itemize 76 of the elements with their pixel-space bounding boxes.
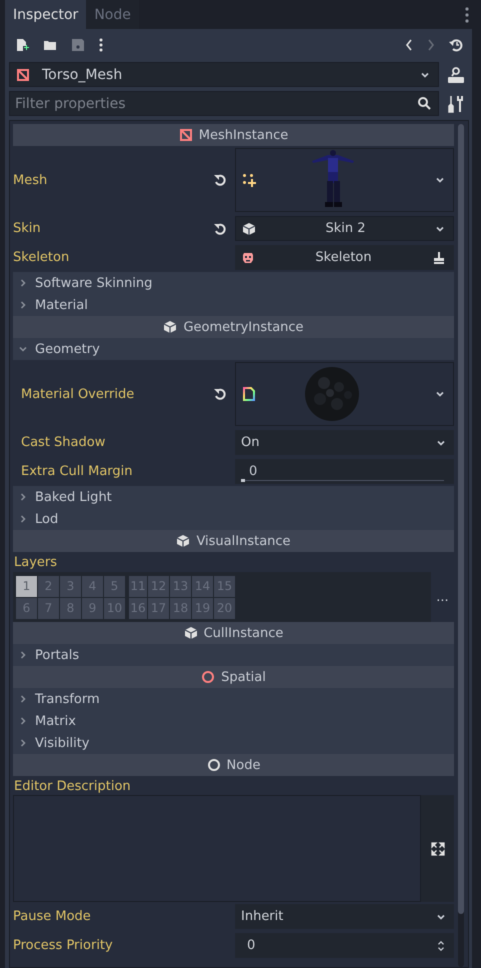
property-label: Skeleton — [13, 250, 70, 265]
kebab-menu-icon[interactable] — [465, 6, 469, 22]
cube-icon — [176, 534, 190, 548]
circle-icon — [206, 758, 221, 772]
chevron-icon — [19, 651, 27, 659]
caret-icon — [435, 389, 445, 399]
chevron-icon — [19, 279, 27, 287]
mesh-icon — [16, 68, 30, 82]
chevron-icon — [19, 301, 27, 309]
class-name: MeshInstance — [198, 128, 288, 142]
chevron-icon — [19, 739, 27, 747]
class-name: Spatial — [221, 670, 266, 684]
option-dropdown[interactable]: Inherit — [235, 904, 454, 929]
history-icon[interactable] — [449, 38, 463, 52]
property-label: Material Override — [21, 386, 136, 402]
expand-button[interactable] — [421, 795, 454, 902]
tab[interactable]: Inspector — [5, 0, 86, 29]
property-label: Pause Mode — [13, 909, 92, 924]
clear-icon[interactable] — [432, 250, 446, 264]
property-label: Mesh — [13, 172, 48, 188]
node-selector[interactable]: Torso_Mesh — [9, 62, 439, 87]
mesh-icon — [178, 128, 193, 142]
expand-icon — [430, 842, 444, 856]
circle-icon — [201, 670, 216, 684]
option-dropdown[interactable]: On — [235, 430, 454, 455]
chevron-icon — [19, 515, 27, 523]
section-toggle[interactable]: Lod — [13, 508, 454, 530]
section-toggle[interactable]: Material — [13, 294, 454, 316]
property-label: Process Priority — [13, 938, 114, 953]
resource-picker[interactable]: Skin 2 — [235, 216, 454, 241]
node-path-picker[interactable]: Skeleton — [235, 245, 454, 270]
section-toggle[interactable]: Transform — [13, 688, 454, 710]
material-icon — [242, 387, 256, 401]
property-label: Cast Shadow — [21, 435, 106, 450]
revert-icon[interactable] — [213, 222, 227, 236]
cube-icon — [163, 320, 178, 334]
chevron-icon — [19, 695, 27, 703]
chevron-icon — [19, 493, 27, 501]
section-toggle[interactable]: Baked Light — [13, 486, 454, 508]
back-icon[interactable] — [405, 38, 413, 52]
section-toggle[interactable]: Software Skinning — [13, 272, 454, 294]
save-icon[interactable] — [71, 38, 85, 52]
class-name: GeometryInstance — [183, 320, 304, 334]
chevron-icon — [19, 717, 27, 725]
class-name: Node — [226, 758, 260, 772]
search-icon — [417, 96, 431, 110]
scrollbar-thumb[interactable] — [458, 124, 464, 914]
number-spinbox[interactable]: 0 — [235, 933, 454, 958]
property-label: Editor Description — [13, 778, 132, 794]
skull-icon — [241, 250, 255, 264]
caret-icon — [435, 175, 445, 185]
property-label: Skin — [13, 221, 42, 236]
property-label: Extra Cull Margin — [21, 464, 134, 479]
chevron-icon — [19, 345, 27, 353]
class-name: VisualInstance — [196, 534, 291, 548]
property-label: Layers — [13, 554, 58, 570]
kebab-menu-icon[interactable] — [99, 38, 103, 52]
section-toggle[interactable]: Geometry — [13, 338, 454, 360]
filter-field[interactable]: Filter properties — [9, 91, 439, 116]
doc-search-icon[interactable] — [447, 66, 465, 84]
section-toggle[interactable]: Matrix — [13, 710, 454, 732]
section-toggle[interactable]: Portals — [13, 644, 454, 666]
layer-toggle[interactable]: 1 — [16, 576, 37, 596]
folder-icon[interactable] — [43, 38, 57, 52]
tools-icon[interactable] — [447, 94, 465, 112]
revert-icon[interactable] — [213, 387, 227, 401]
class-name: CullInstance — [204, 626, 284, 640]
up-down-icon — [436, 940, 446, 950]
cube-icon — [242, 222, 256, 236]
dots-plus-icon — [242, 173, 256, 187]
revert-icon[interactable] — [213, 173, 227, 187]
number-slider[interactable]: 0 — [235, 459, 454, 484]
more-button[interactable]: ... — [431, 572, 454, 622]
section-toggle[interactable]: Visibility — [13, 732, 454, 754]
new-file-icon[interactable] — [15, 38, 29, 52]
cube-icon — [184, 626, 198, 640]
